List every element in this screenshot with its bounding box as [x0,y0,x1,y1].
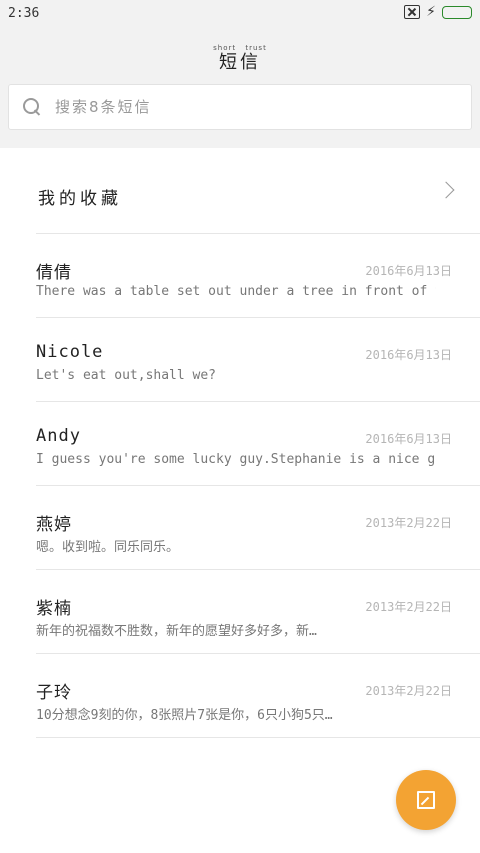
message-date: 2016年6月13日 [365,432,452,446]
contact-name: 倩倩 [36,263,72,283]
search-area [0,84,480,148]
contact-name: 燕婷 [36,515,72,535]
contact-name: Andy [36,426,81,446]
message-preview: 10分想念9刻的你，8张照片7张是你，6只小狗5只… [36,708,333,723]
message-date: 2013年2月22日 [365,600,452,614]
message-date: 2016年6月13日 [365,264,452,278]
favorites-row[interactable]: 我的收藏 [36,148,480,234]
list-item[interactable]: 紫楠 2013年2月22日 新年的祝福数不胜数，新年的愿望好多好多，新… [36,570,480,654]
status-bar: 2:36 ⚡ [0,0,480,28]
status-icons: ⚡ [404,5,472,19]
battery-icon [442,5,472,19]
message-list: 我的收藏 倩倩 2016年6月13日 There was a table set… [0,148,480,738]
no-sim-icon [404,5,421,19]
message-preview: There was a table set out under a tree i… [36,284,436,299]
message-preview: Let's eat out,shall we? [36,368,217,383]
list-item[interactable]: 倩倩 2016年6月13日 There was a table set out … [36,234,480,318]
message-date: 2013年2月22日 [365,684,452,698]
charging-icon: ⚡ [426,4,436,20]
search-box[interactable] [8,84,472,130]
favorites-label: 我的收藏 [38,189,122,209]
message-preview: 新年的祝福数不胜数，新年的愿望好多好多，新… [36,624,317,639]
status-time: 2:36 [8,6,40,21]
list-item[interactable]: 燕婷 2013年2月22日 嗯。收到啦。同乐同乐。 [36,486,480,570]
compose-button[interactable] [396,770,456,830]
message-preview: I guess you're some lucky guy.Stephanie … [36,452,436,467]
message-date: 2016年6月13日 [365,348,452,362]
contact-name: 子玲 [36,683,72,703]
list-item[interactable]: Nicole 2016年6月13日 Let's eat out,shall we… [36,318,480,402]
list-item[interactable]: 子玲 2013年2月22日 10分想念9刻的你，8张照片7张是你，6只小狗5只… [36,654,480,738]
compose-icon [417,791,435,809]
search-input[interactable] [55,98,435,116]
search-icon [23,98,41,116]
contact-name: 紫楠 [36,599,72,619]
title-bar: short trust 短信 [0,28,480,84]
message-preview: 嗯。收到啦。同乐同乐。 [36,540,180,555]
contact-name: Nicole [36,342,104,362]
page-title: 短信 [219,52,261,73]
chevron-right-icon [437,181,455,199]
list-item[interactable]: Andy 2016年6月13日 I guess you're some luck… [36,402,480,486]
message-date: 2013年2月22日 [365,516,452,530]
